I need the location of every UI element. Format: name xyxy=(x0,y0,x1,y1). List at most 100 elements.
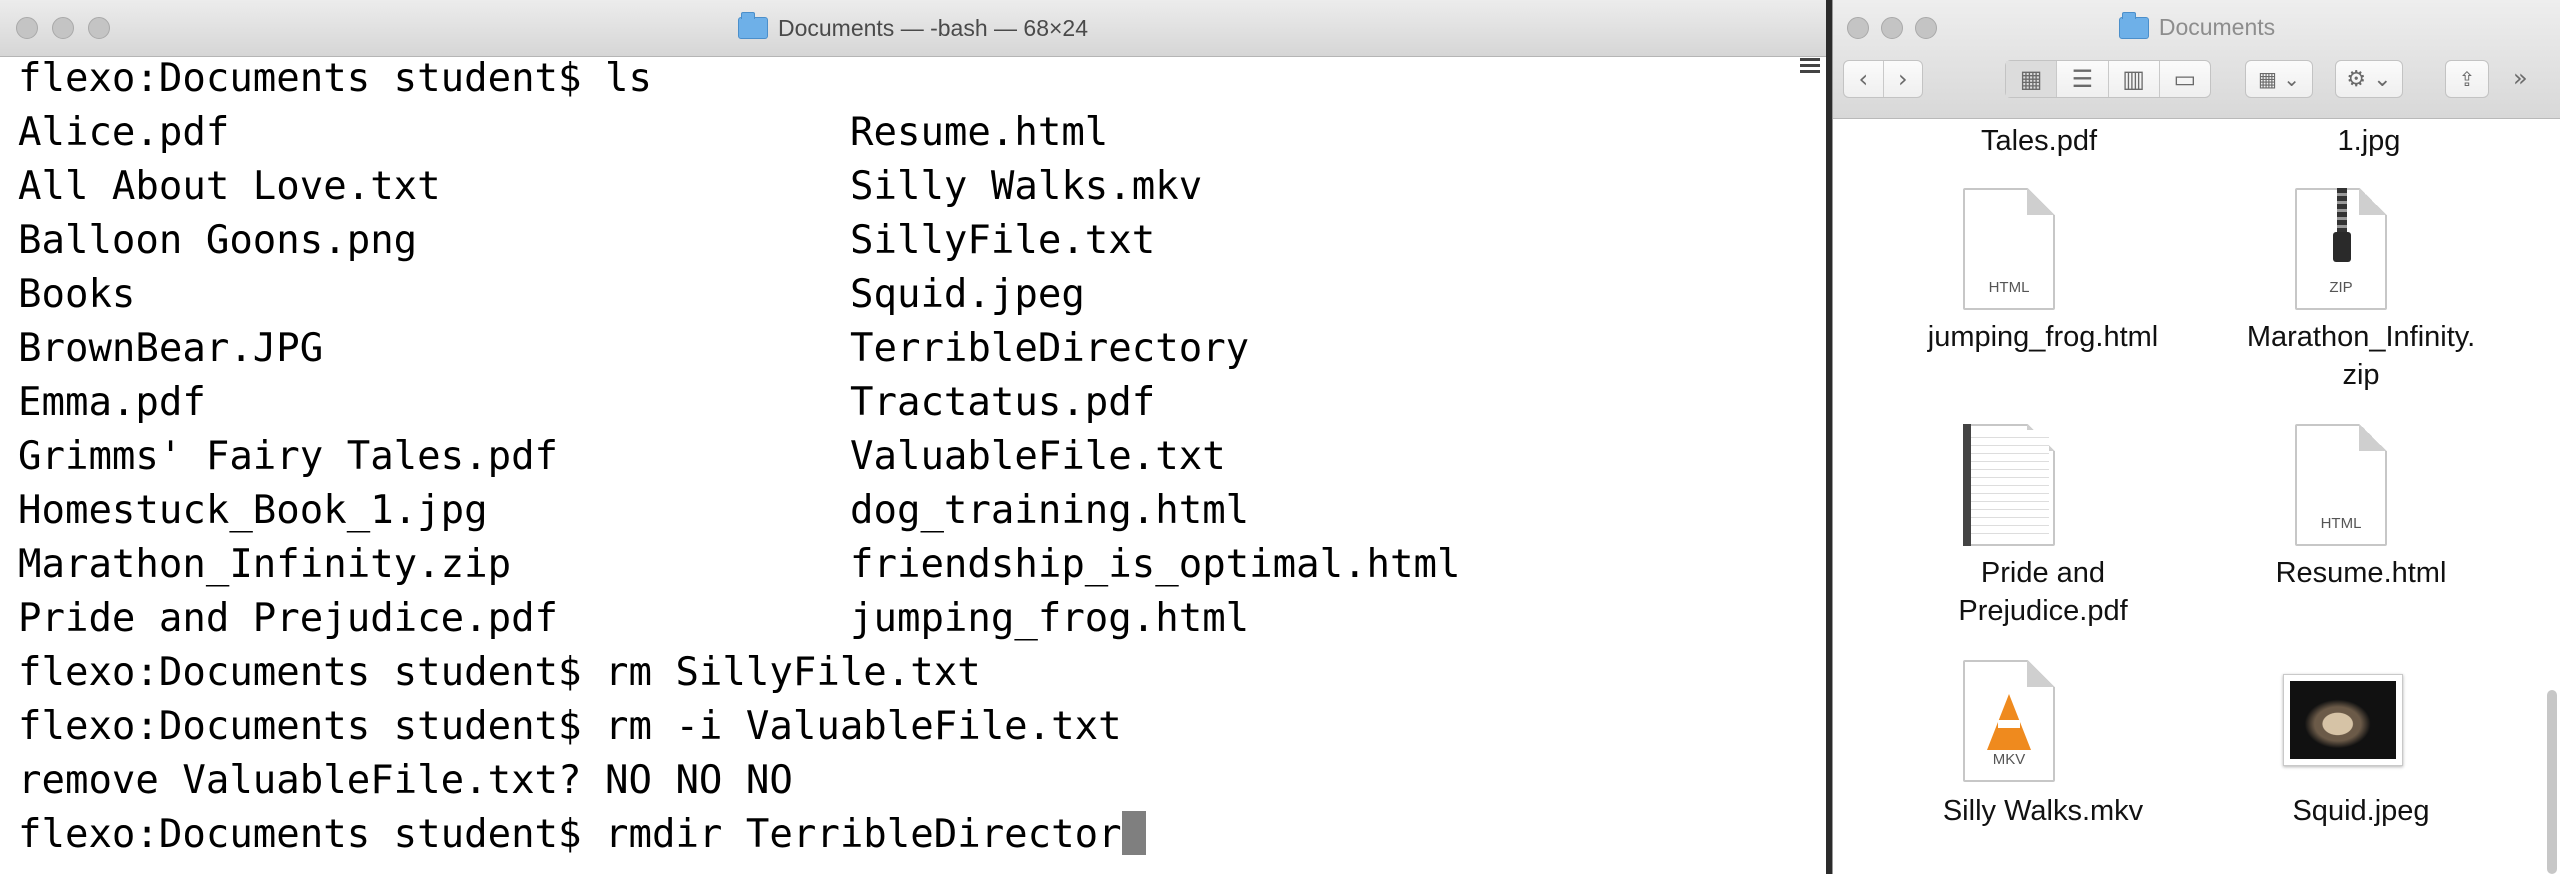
ls-row: Grimms' Fairy Tales.pdf ValuableFile.txt xyxy=(18,430,1786,484)
file-label[interactable]: Squid.jpeg xyxy=(2211,792,2511,830)
file-name-line: Pride and xyxy=(1980,557,2106,589)
terminal-title-text: Documents — -bash — 68×24 xyxy=(777,14,1089,41)
column-view-icon[interactable]: ▥ xyxy=(2109,61,2160,97)
ls-entry: Pride and Prejudice.pdf xyxy=(18,596,559,641)
file-label[interactable]: jumping_frog.html xyxy=(1893,318,2193,356)
prompt-line: flexo:Documents student$ rm -i ValuableF… xyxy=(18,700,1786,754)
html-document-icon[interactable]: HTML xyxy=(2295,424,2387,546)
folder-icon xyxy=(2118,11,2149,39)
ls-row: Homestuck_Book_1.jpg dog_training.html xyxy=(18,484,1786,538)
ls-entry: Grimms' Fairy Tales.pdf xyxy=(18,434,559,479)
file-name-line: Marathon_Infinity. xyxy=(2246,321,2476,353)
arrange-grid-icon: ▦ ⌄ xyxy=(2257,67,2300,91)
html-document-icon[interactable]: HTML xyxy=(1963,188,2055,310)
text-cursor xyxy=(1121,811,1146,855)
ls-row: Marathon_Infinity.zip friendship_is_optim… xyxy=(18,538,1786,592)
prompt-line: flexo:Documents student$ ls xyxy=(18,52,1786,106)
image-thumbnail-icon[interactable] xyxy=(2283,674,2403,766)
terminal-output[interactable]: flexo:Documents student$ ls Alice.pdf Res… xyxy=(18,52,1786,862)
scrollback-icon[interactable] xyxy=(1800,58,1820,76)
confirm-answer: NO NO NO xyxy=(605,758,793,803)
file-label-partial[interactable]: 1.jpg xyxy=(2271,122,2467,160)
file-label-partial[interactable]: Tales.pdf xyxy=(1941,122,2137,160)
ls-row: Books Squid.jpeg xyxy=(18,268,1786,322)
file-name-line: Resume.html xyxy=(2275,557,2447,589)
view-mode-segmented-control[interactable]: ▦ ☰ ▥ ▭ xyxy=(2005,60,2211,98)
terminal-title: Documents — -bash — 68×24 xyxy=(0,0,1826,56)
ls-entry: dog_training.html xyxy=(850,488,1250,533)
file-name-line: zip xyxy=(2342,359,2380,391)
command: ls xyxy=(605,56,652,101)
ls-entry: jumping_frog.html xyxy=(850,596,1250,641)
file-label[interactable]: Marathon_Infinity.zip xyxy=(2211,318,2511,394)
pdf-document-icon[interactable] xyxy=(1963,424,2055,546)
zip-archive-icon[interactable]: ZIP xyxy=(2295,188,2387,310)
gear-icon: ⚙ ⌄ xyxy=(2346,66,2392,92)
terminal-window[interactable]: Documents — -bash — 68×24 flexo:Document… xyxy=(0,0,1826,874)
ls-entry: Resume.html xyxy=(850,110,1109,155)
file-type-label: ZIP xyxy=(2329,279,2353,296)
file-name-line: Prejudice.pdf xyxy=(1958,595,2128,627)
prompt: flexo:Documents student$ xyxy=(18,704,582,749)
command: rm SillyFile.txt xyxy=(605,650,981,695)
file-icon-grid[interactable]: Tales.pdf 1.jpg HTML jumping_frog.html Z… xyxy=(1833,118,2560,874)
ls-entry: Marathon_Infinity.zip xyxy=(18,542,512,587)
ls-entry: All About Love.txt xyxy=(18,164,441,209)
confirm-prompt: remove ValuableFile.txt? xyxy=(18,758,582,803)
ls-entry: Balloon Goons.png xyxy=(18,218,418,263)
finder-title: Documents xyxy=(1833,11,2560,41)
terminal-titlebar[interactable]: Documents — -bash — 68×24 xyxy=(0,0,1826,57)
forward-arrow-icon[interactable]: › xyxy=(1884,61,1923,97)
command: rm -i ValuableFile.txt xyxy=(605,704,1122,749)
ls-entry: friendship_is_optimal.html xyxy=(850,542,1461,587)
cover-flow-icon[interactable]: ▭ xyxy=(2160,61,2210,97)
ls-row: Alice.pdf Resume.html xyxy=(18,106,1786,160)
file-label[interactable]: Pride and Prejudice.pdf xyxy=(1893,554,2193,630)
ls-entry: ValuableFile.txt xyxy=(850,434,1226,479)
finder-toolbar[interactable]: Documents ‹ › ▦ ☰ ▥ ▭ ▦ ⌄ ⚙ ⌄ ⇪ » xyxy=(1833,0,2560,119)
ls-entry: Homestuck_Book_1.jpg xyxy=(18,488,488,533)
ls-row: BrownBear.JPG TerribleDirectory xyxy=(18,322,1786,376)
ls-entry: TerribleDirectory xyxy=(850,326,1250,371)
action-menu-button[interactable]: ⚙ ⌄ xyxy=(2335,60,2403,98)
file-label[interactable]: Resume.html xyxy=(2211,554,2511,592)
vertical-scrollbar[interactable] xyxy=(2547,690,2557,874)
icon-view-icon[interactable]: ▦ xyxy=(2006,61,2058,97)
ls-row: Balloon Goons.png SillyFile.txt xyxy=(18,214,1786,268)
ls-row: All About Love.txt Silly Walks.mkv xyxy=(18,160,1786,214)
folder-icon xyxy=(737,12,768,39)
ls-entry: Alice.pdf xyxy=(18,110,230,155)
file-name-line: Silly Walks.mkv xyxy=(1942,795,2144,827)
prompt: flexo:Documents student$ xyxy=(18,650,582,695)
file-name-line: Squid.jpeg xyxy=(2292,795,2430,827)
command-input[interactable]: rmdir TerribleDirector xyxy=(605,812,1122,857)
ls-entry: Books xyxy=(18,272,136,317)
list-view-icon[interactable]: ☰ xyxy=(2057,61,2109,97)
finder-window[interactable]: Documents ‹ › ▦ ☰ ▥ ▭ ▦ ⌄ ⚙ ⌄ ⇪ » Tales.… xyxy=(1832,0,2560,874)
ls-entry: Squid.jpeg xyxy=(850,272,1085,317)
finder-title-text: Documents xyxy=(2158,14,2276,40)
file-type-label: HTML xyxy=(1988,279,2030,296)
ls-row: Emma.pdf Tractatus.pdf xyxy=(18,376,1786,430)
ls-entry: Silly Walks.mkv xyxy=(850,164,1203,209)
back-arrow-icon[interactable]: ‹ xyxy=(1844,61,1884,97)
file-type-label: MKV xyxy=(1992,751,2026,768)
ls-row: Pride and Prejudice.pdf jumping_frog.html xyxy=(18,592,1786,646)
ls-entry: Tractatus.pdf xyxy=(850,380,1156,425)
prompt-line: flexo:Documents student$ rmdir TerribleD… xyxy=(18,808,1786,862)
ls-entry: BrownBear.JPG xyxy=(18,326,324,371)
toolbar-overflow-icon[interactable]: » xyxy=(2513,64,2528,92)
share-icon: ⇪ xyxy=(2458,67,2476,91)
mkv-video-icon[interactable]: MKV xyxy=(1963,660,2055,782)
share-button[interactable]: ⇪ xyxy=(2445,60,2489,98)
file-label[interactable]: Silly Walks.mkv xyxy=(1893,792,2193,830)
file-name-line: jumping_frog.html xyxy=(1927,321,2159,353)
prompt: flexo:Documents student$ xyxy=(18,56,582,101)
back-forward-buttons[interactable]: ‹ › xyxy=(1843,60,1923,98)
prompt: flexo:Documents student$ xyxy=(18,812,582,857)
file-type-label: HTML xyxy=(2320,515,2362,532)
confirm-line: remove ValuableFile.txt? NO NO NO xyxy=(18,754,1786,808)
prompt-line: flexo:Documents student$ rm SillyFile.tx… xyxy=(18,646,1786,700)
ls-entry: SillyFile.txt xyxy=(850,218,1156,263)
arrange-menu-button[interactable]: ▦ ⌄ xyxy=(2245,60,2313,98)
